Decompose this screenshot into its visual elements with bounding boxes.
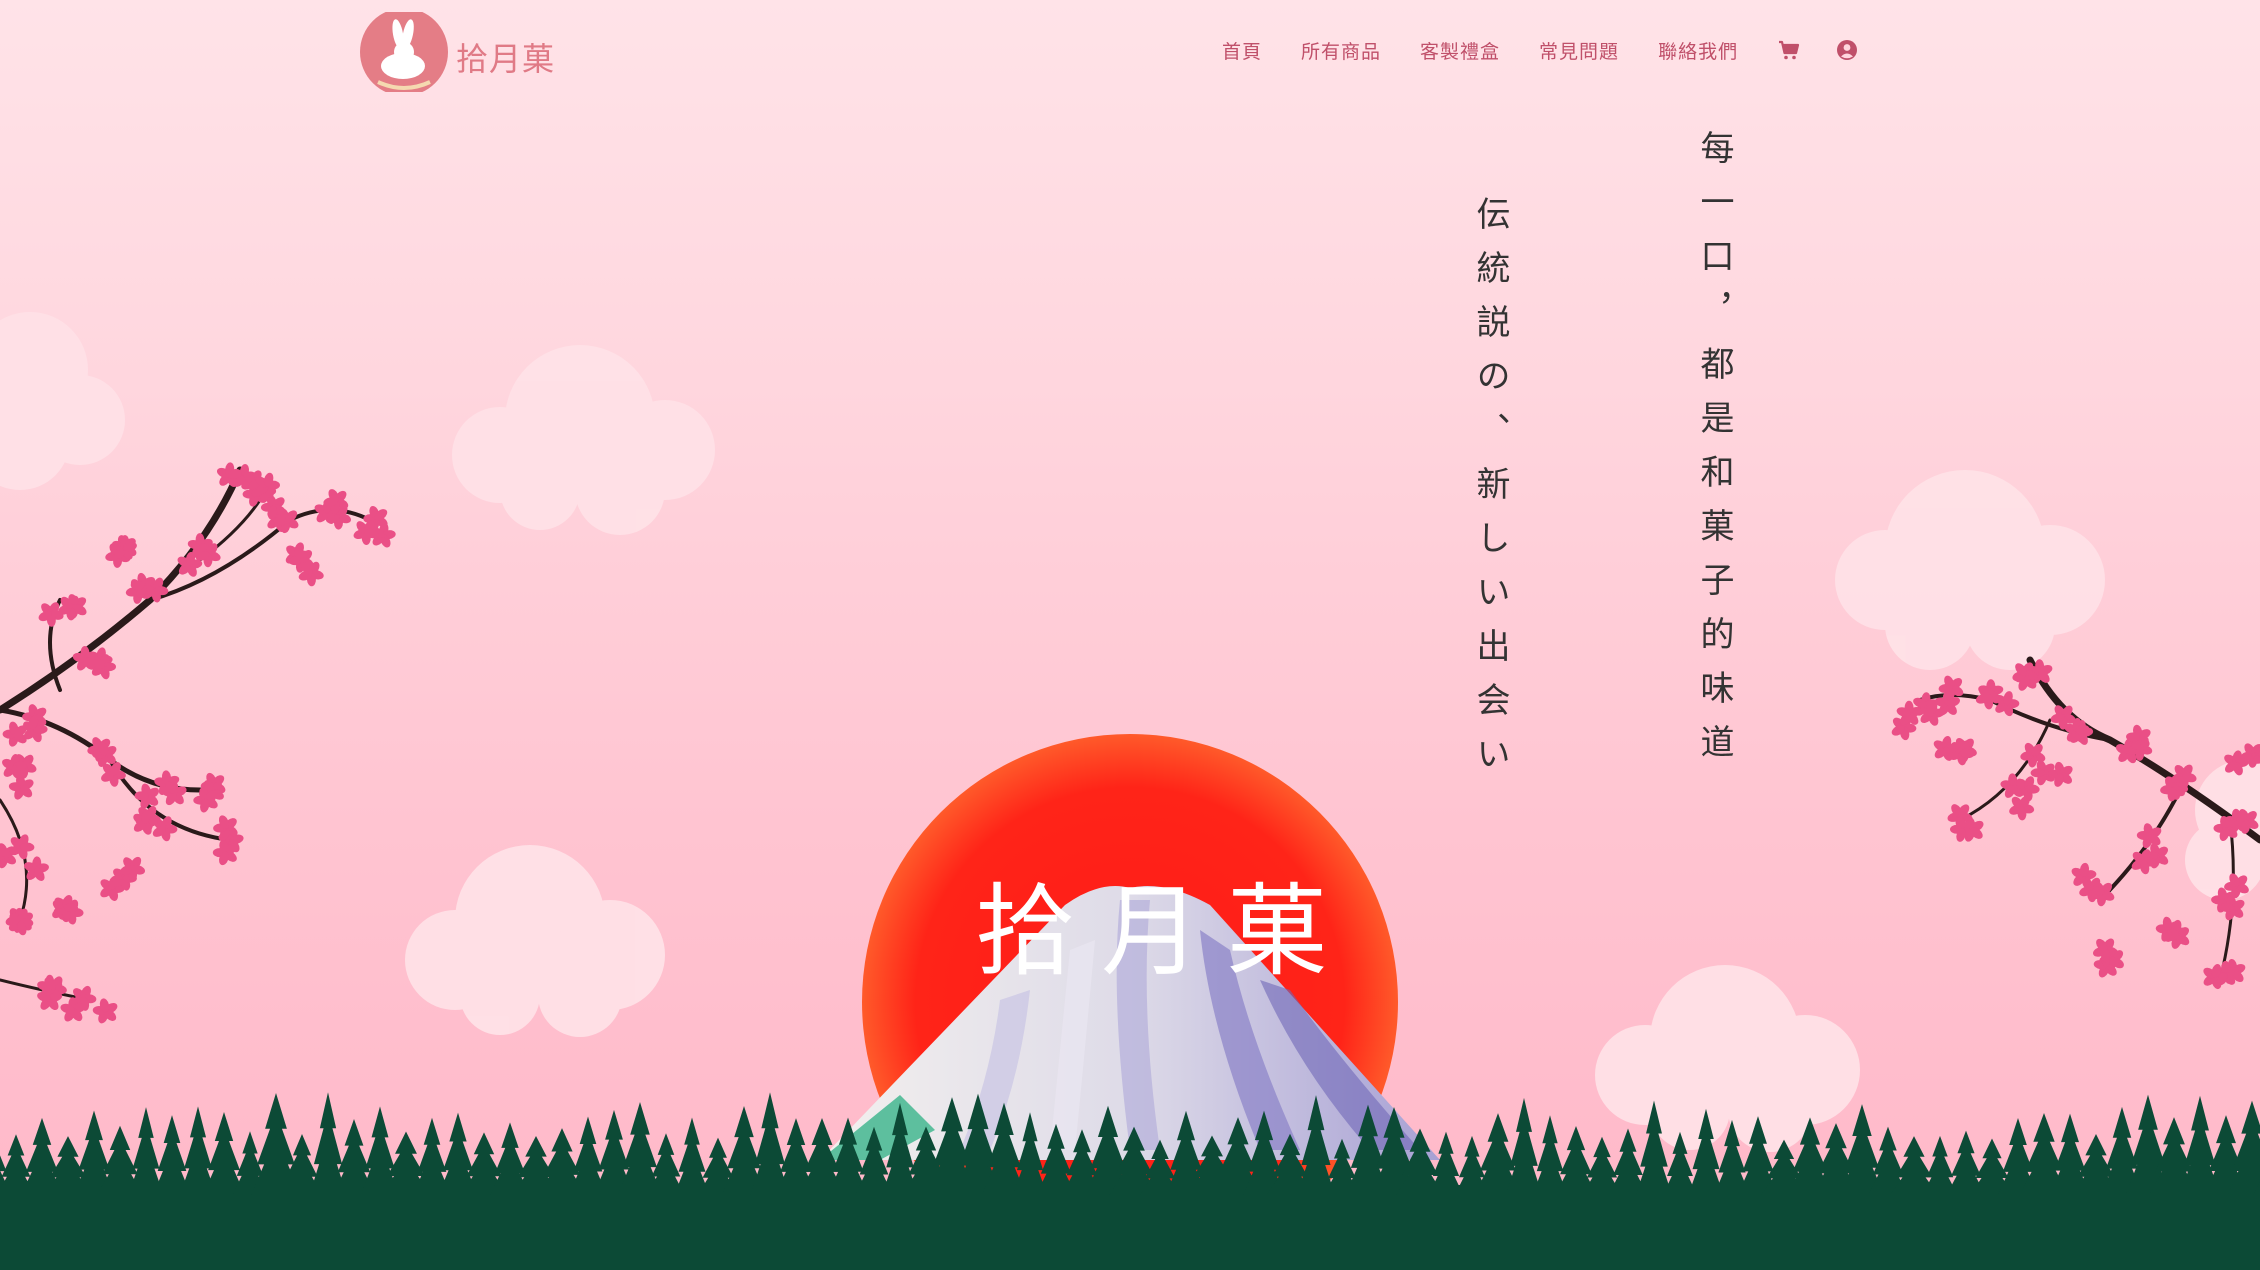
user-circle-icon[interactable] (1835, 38, 1859, 62)
site-header: 拾月菓 首頁 所有商品 客製禮盒 常見問題 聯絡我們 (0, 0, 2260, 110)
sun-brand-text: 拾月菓 (975, 873, 1353, 990)
nav-item-home[interactable]: 首頁 (1222, 37, 1262, 64)
cherry-blossom (53, 894, 79, 920)
nav-item-faq[interactable]: 常見問題 (1539, 37, 1619, 64)
cloud-lower-left (405, 845, 665, 1037)
cloud-upper-left (452, 345, 715, 535)
pine-tree (674, 1117, 710, 1195)
nav-item-products[interactable]: 所有商品 (1301, 37, 1381, 64)
cherry-branch-left (0, 466, 372, 1002)
main-nav: 首頁 所有商品 客製禮盒 常見問題 聯絡我們 (1222, 32, 1893, 68)
cloud-lower-right (1595, 965, 1860, 1152)
nav-item-contact[interactable]: 聯絡我們 (1658, 37, 1738, 64)
brand-name: 拾月菓 (456, 40, 556, 78)
hero-banner: 拾月菓 每一口，都是和菓子的味道 伝統説の、新しい出会い (0, 0, 2260, 1270)
cloud-upper-right (1835, 470, 2105, 670)
nav-item-custom-gift-box[interactable]: 客製禮盒 (1420, 37, 1500, 64)
pine-tree (128, 1107, 164, 1195)
pine-tree (1505, 1097, 1543, 1195)
hero-tagline-right: 每一口，都是和菓子的味道 (1694, 130, 1734, 778)
pine-tree (1428, 1131, 1464, 1195)
brand-logo[interactable]: 拾月菓 (358, 8, 568, 96)
cloud-left-edge (0, 312, 125, 490)
hero-tagline-left: 伝統説の、新しい出会い (1470, 196, 1510, 790)
cart-icon[interactable] (1777, 38, 1801, 62)
hero-scene (0, 312, 2260, 1270)
rabbit-logo-icon (360, 8, 448, 96)
